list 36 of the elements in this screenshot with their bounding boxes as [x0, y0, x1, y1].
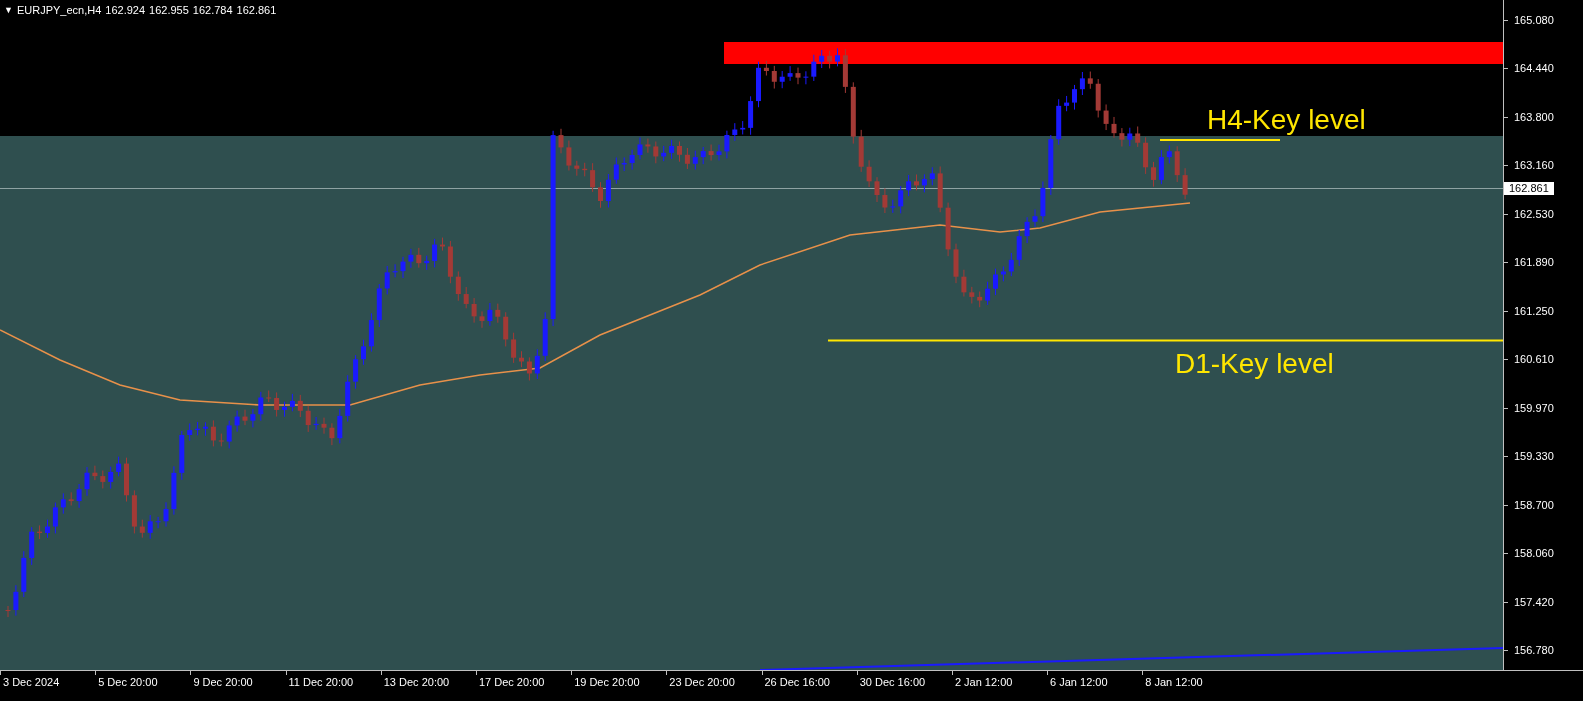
price-label: 156.780	[1514, 645, 1554, 656]
ohlc-value: 162.924	[105, 3, 146, 18]
price-label: 161.890	[1514, 257, 1554, 268]
time-label: 2 Jan 12:00	[954, 677, 1013, 688]
price-label: 157.420	[1514, 596, 1554, 608]
price-label: 163.160	[1514, 160, 1554, 171]
price-label: 162.530	[1514, 208, 1554, 220]
price-label: 161.250	[1514, 305, 1554, 317]
time-label: 13 Dec 20:00	[383, 677, 450, 688]
annotation-text: H4-Key level	[1207, 106, 1366, 134]
current-price-tag: 162.861	[1504, 182, 1554, 195]
symbol-title: EURJPY_ecn,H4	[16, 3, 102, 18]
time-label: 26 Dec 16:00	[764, 677, 830, 688]
price-label: 158.700	[1514, 499, 1554, 511]
ohlc-value: 162.784	[192, 3, 233, 18]
price-label: 159.330	[1514, 451, 1554, 462]
time-label: 9 Dec 20:00	[193, 677, 253, 688]
price-label: 163.800	[1514, 111, 1554, 123]
time-label: 5 Dec 20:00	[98, 677, 158, 688]
price-label: 160.610	[1514, 354, 1554, 365]
time-label: 17 Dec 20:00	[478, 677, 545, 688]
ohlc-value: 162.861	[236, 3, 277, 18]
time-label: 8 Jan 12:00	[1145, 677, 1203, 688]
time-label: 30 Dec 16:00	[859, 677, 926, 688]
time-label: 19 Dec 20:00	[574, 677, 640, 688]
price-label: 158.060	[1514, 548, 1554, 559]
ohlc-value: 162.955	[149, 3, 189, 18]
time-label: 11 Dec 20:00	[288, 677, 354, 688]
price-label: 159.970	[1514, 402, 1554, 414]
time-label: 23 Dec 20:00	[669, 677, 735, 688]
menu-caret[interactable]: ▼	[4, 3, 13, 17]
time-label: 6 Jan 12:00	[1050, 677, 1108, 688]
time-label: 3 Dec 2024	[3, 677, 60, 688]
price-label: 165.080	[1514, 14, 1554, 26]
annotation-text: D1-Key level	[1175, 350, 1334, 378]
price-label: 164.440	[1514, 63, 1554, 74]
